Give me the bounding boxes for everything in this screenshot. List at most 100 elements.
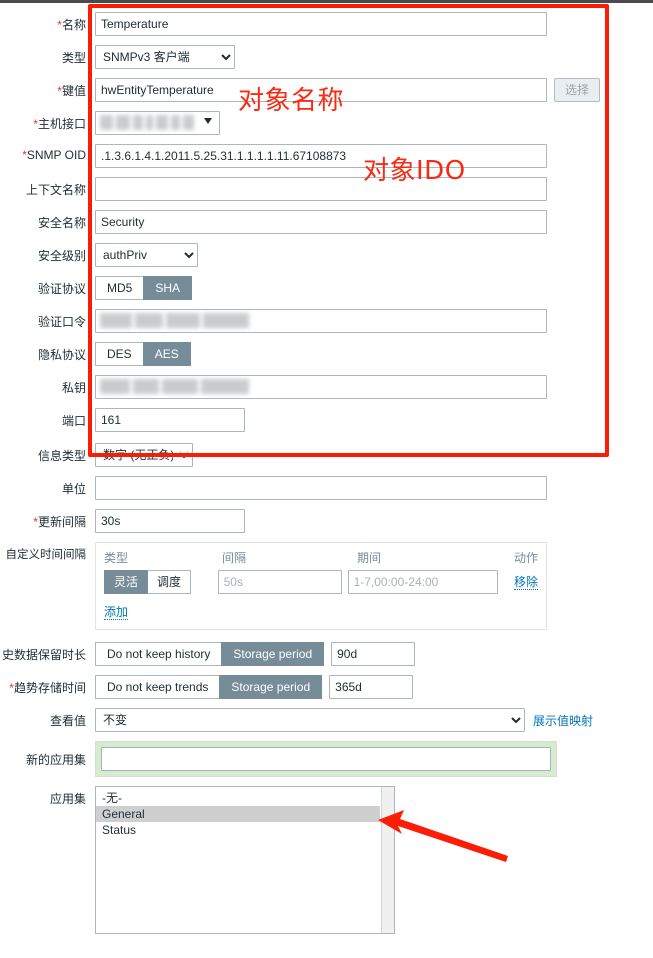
new-application-set-input[interactable] bbox=[101, 747, 551, 771]
priv-passphrase-input[interactable] bbox=[95, 375, 547, 399]
form-row-new-application-set: 新的应用集 bbox=[0, 741, 653, 777]
label-context-name: 上下文名称 bbox=[25, 183, 86, 197]
trends-period-input[interactable] bbox=[329, 675, 414, 699]
custom-interval-row: 灵活 调度 移除 bbox=[104, 570, 538, 594]
interval-type-toggle[interactable]: 灵活 调度 bbox=[104, 570, 218, 594]
list-item[interactable]: General bbox=[96, 806, 380, 822]
form-row-snmp-oid: SNMP OID* bbox=[0, 144, 653, 168]
form-row-auth-passphrase: 验证口令 bbox=[0, 309, 653, 333]
label-custom-intervals: 自定义时间间隔 bbox=[5, 549, 87, 561]
context-name-input[interactable] bbox=[95, 177, 547, 201]
redacted-value bbox=[100, 313, 249, 328]
col-header-type: 类型 bbox=[104, 551, 129, 565]
label-security-name: 安全名称 bbox=[37, 216, 86, 230]
trends-storage-toggle[interactable]: Do not keep trends Storage period bbox=[95, 675, 323, 699]
form-row-name: 名称* bbox=[0, 12, 653, 36]
label-update-interval: 更新间隔* bbox=[29, 515, 86, 529]
col-header-interval: 间隔 bbox=[222, 551, 247, 565]
label-view-value: 查看值 bbox=[49, 714, 86, 728]
label-trends-storage: 趋势存储时间* bbox=[5, 681, 86, 695]
label-snmp-oid: SNMP OID* bbox=[18, 148, 86, 162]
label-priv-passphrase: 私钥 bbox=[61, 381, 86, 395]
col-header-action: 动作 bbox=[513, 551, 538, 565]
view-value-select[interactable]: 不变 bbox=[95, 708, 525, 732]
item-form: 名称* 类型 SNMPv3 客户端 键值* 选择 主机接口* bbox=[0, 12, 653, 943]
label-name: 名称* bbox=[53, 18, 86, 32]
units-input[interactable] bbox=[95, 476, 547, 500]
snmp-oid-input[interactable] bbox=[95, 144, 547, 168]
auth-protocol-option-md5[interactable]: MD5 bbox=[95, 276, 144, 300]
interval-period-input[interactable] bbox=[347, 570, 498, 594]
history-period-input[interactable] bbox=[331, 642, 416, 666]
label-application-set: 应用集 bbox=[49, 792, 86, 806]
label-key: 键值* bbox=[53, 84, 86, 98]
name-input[interactable] bbox=[95, 12, 547, 36]
form-row-type: 类型 SNMPv3 客户端 bbox=[0, 45, 653, 69]
label-security-level: 安全级别 bbox=[37, 249, 86, 263]
interval-type-option-scheduling[interactable]: 调度 bbox=[147, 570, 192, 594]
priv-protocol-toggle[interactable]: DES AES bbox=[95, 342, 191, 366]
trends-option-do-not-keep[interactable]: Do not keep trends bbox=[95, 675, 220, 699]
priv-protocol-option-aes[interactable]: AES bbox=[142, 342, 191, 366]
form-row-security-name: 安全名称 bbox=[0, 210, 653, 234]
interval-type-option-flexible[interactable]: 灵活 bbox=[104, 570, 148, 594]
form-row-custom-intervals: 自定义时间间隔 类型 间隔 期间 动作 灵活 调度 50s 1-7,00:00-… bbox=[0, 542, 653, 630]
new-application-set-highlight bbox=[95, 741, 557, 777]
form-row-context-name: 上下文名称 bbox=[0, 177, 653, 201]
label-auth-passphrase: 验证口令 bbox=[37, 315, 86, 329]
label-port: 端口 bbox=[61, 414, 86, 428]
redacted-value bbox=[100, 115, 194, 130]
remove-interval-link[interactable]: 移除 bbox=[513, 575, 538, 590]
form-row-application-set: 应用集 -无- General Status bbox=[0, 786, 653, 934]
form-row-update-interval: 更新间隔* bbox=[0, 509, 653, 533]
history-option-storage-period[interactable]: Storage period bbox=[221, 642, 325, 666]
form-row-auth-protocol: 验证协议 MD5 SHA bbox=[0, 276, 653, 300]
host-interface-select[interactable] bbox=[95, 111, 220, 135]
form-row-priv-passphrase: 私钥 bbox=[0, 375, 653, 399]
port-input[interactable] bbox=[95, 408, 245, 432]
list-item[interactable]: -无- bbox=[96, 790, 394, 806]
label-info-type: 信息类型 bbox=[37, 449, 86, 463]
form-row-info-type: 信息类型 数字 (无正负) bbox=[0, 443, 653, 467]
select-key-button[interactable]: 选择 bbox=[554, 78, 601, 102]
form-row-trends-storage: 趋势存储时间* Do not keep trends Storage perio… bbox=[0, 675, 653, 699]
trends-option-storage-period[interactable]: Storage period bbox=[219, 675, 323, 699]
history-option-do-not-keep[interactable]: Do not keep history bbox=[95, 642, 222, 666]
info-type-select[interactable]: 数字 (无正负) bbox=[95, 443, 193, 467]
label-type: 类型 bbox=[61, 51, 86, 65]
label-priv-protocol: 隐私协议 bbox=[37, 348, 86, 362]
add-interval-link[interactable]: 添加 bbox=[104, 605, 129, 620]
form-row-view-value: 查看值 不变 展示值映射 bbox=[0, 708, 653, 732]
update-interval-input[interactable] bbox=[95, 509, 245, 533]
annotation-object-name-text: 对象名称 bbox=[238, 86, 345, 116]
application-set-listbox[interactable]: -无- General Status bbox=[95, 786, 395, 934]
annotation-object-oid-text: 对象IDO bbox=[363, 156, 466, 186]
interval-value-input[interactable] bbox=[217, 570, 342, 594]
auth-passphrase-input[interactable] bbox=[95, 309, 547, 333]
item-configuration-form-page: 名称* 类型 SNMPv3 客户端 键值* 选择 主机接口* bbox=[0, 0, 653, 958]
chevron-down-icon bbox=[204, 118, 212, 124]
label-history-storage: 史数据保留时长 bbox=[1, 648, 86, 662]
col-header-period: 期间 bbox=[357, 551, 382, 565]
redacted-value bbox=[100, 379, 249, 394]
listbox-scrollbar[interactable] bbox=[381, 787, 394, 933]
custom-intervals-panel: 类型 间隔 期间 动作 灵活 调度 50s 1-7,00:00-24:00 移除… bbox=[95, 542, 547, 630]
add-interval-row: 添加 bbox=[104, 603, 538, 621]
label-host-interface: 主机接口* bbox=[29, 117, 86, 131]
auth-protocol-option-sha[interactable]: SHA bbox=[143, 276, 193, 300]
label-auth-protocol: 验证协议 bbox=[37, 282, 86, 296]
form-row-priv-protocol: 隐私协议 DES AES bbox=[0, 342, 653, 366]
show-value-mapping-link[interactable]: 展示值映射 bbox=[533, 714, 593, 728]
type-select[interactable]: SNMPv3 客户端 bbox=[95, 45, 235, 69]
form-row-units: 单位 bbox=[0, 476, 653, 500]
form-row-port: 端口 bbox=[0, 408, 653, 432]
window-top-bar bbox=[0, 0, 653, 3]
list-item[interactable]: Status bbox=[96, 822, 394, 838]
form-row-security-level: 安全级别 authPriv bbox=[0, 243, 653, 267]
security-name-input[interactable] bbox=[95, 210, 547, 234]
priv-protocol-option-des[interactable]: DES bbox=[95, 342, 143, 366]
auth-protocol-toggle[interactable]: MD5 SHA bbox=[95, 276, 193, 300]
label-units: 单位 bbox=[61, 482, 86, 496]
history-storage-toggle[interactable]: Do not keep history Storage period bbox=[95, 642, 325, 666]
security-level-select[interactable]: authPriv bbox=[95, 243, 198, 267]
